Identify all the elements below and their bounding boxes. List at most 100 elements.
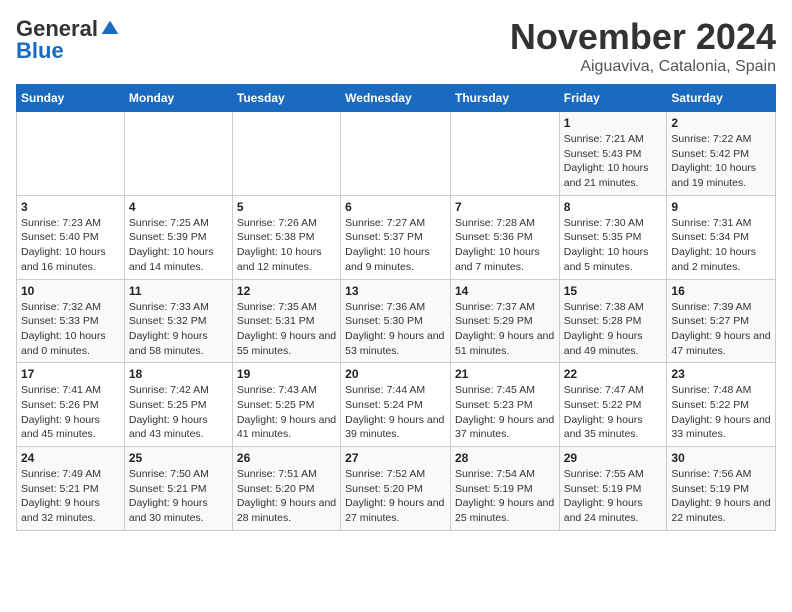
day-number: 9 <box>671 200 771 214</box>
day-info: Sunrise: 7:39 AM Sunset: 5:27 PM Dayligh… <box>671 300 771 359</box>
day-info: Sunrise: 7:28 AM Sunset: 5:36 PM Dayligh… <box>455 216 555 275</box>
day-info: Sunrise: 7:38 AM Sunset: 5:28 PM Dayligh… <box>564 300 663 359</box>
day-info: Sunrise: 7:50 AM Sunset: 5:21 PM Dayligh… <box>129 467 228 526</box>
weekday-header-cell: Wednesday <box>341 85 451 112</box>
day-info: Sunrise: 7:52 AM Sunset: 5:20 PM Dayligh… <box>345 467 446 526</box>
day-number: 15 <box>564 284 663 298</box>
calendar-day-cell: 8Sunrise: 7:30 AM Sunset: 5:35 PM Daylig… <box>559 195 667 279</box>
day-number: 23 <box>671 367 771 381</box>
day-number: 17 <box>21 367 120 381</box>
calendar-day-cell: 11Sunrise: 7:33 AM Sunset: 5:32 PM Dayli… <box>124 279 232 363</box>
day-info: Sunrise: 7:45 AM Sunset: 5:23 PM Dayligh… <box>455 383 555 442</box>
calendar-day-cell: 27 Sunrise: 7:52 AM Sunset: 5:20 PM Dayli… <box>341 447 451 531</box>
day-info: Sunrise: 7:26 AM Sunset: 5:38 PM Dayligh… <box>237 216 336 275</box>
day-info: Sunrise: 7:54 AM Sunset: 5:19 PM Dayligh… <box>455 467 555 526</box>
day-number: 28 <box>455 451 555 465</box>
day-number: 13 <box>345 284 446 298</box>
calendar-day-cell: 2 Sunrise: 7:22 AM Sunset: 5:42 PM Daylig… <box>667 112 776 196</box>
day-number: 3 <box>21 200 120 214</box>
day-number: 8 <box>564 200 663 214</box>
calendar-day-cell: 16 Sunrise: 7:39 AM Sunset: 5:27 PM Dayli… <box>667 279 776 363</box>
location: Aiguaviva, Catalonia, Spain <box>510 58 776 76</box>
day-info: Sunrise: 7:33 AM Sunset: 5:32 PM Dayligh… <box>129 300 228 359</box>
calendar-day-cell <box>232 112 340 196</box>
day-number: 25 <box>129 451 228 465</box>
day-number: 1 <box>564 116 663 130</box>
calendar-week-row: 1 Sunrise: 7:21 AM Sunset: 5:43 PM Daylig… <box>17 112 776 196</box>
calendar-day-cell: 6 Sunrise: 7:27 AM Sunset: 5:37 PM Daylig… <box>341 195 451 279</box>
calendar-day-cell: 15 Sunrise: 7:38 AM Sunset: 5:28 PM Dayli… <box>559 279 667 363</box>
day-info: Sunrise: 7:27 AM Sunset: 5:37 PM Dayligh… <box>345 216 446 275</box>
calendar-day-cell: 5 Sunrise: 7:26 AM Sunset: 5:38 PM Daylig… <box>232 195 340 279</box>
day-info: Sunrise: 7:25 AM Sunset: 5:39 PM Dayligh… <box>129 216 228 275</box>
calendar-day-cell: 20 Sunrise: 7:44 AM Sunset: 5:24 PM Dayli… <box>341 363 451 447</box>
day-info: Sunrise: 7:47 AM Sunset: 5:22 PM Dayligh… <box>564 383 663 442</box>
day-number: 10 <box>21 284 120 298</box>
day-info: Sunrise: 7:23 AM Sunset: 5:40 PM Dayligh… <box>21 216 120 275</box>
day-number: 6 <box>345 200 446 214</box>
weekday-header-cell: Saturday <box>667 85 776 112</box>
day-info: Sunrise: 7:55 AM Sunset: 5:19 PM Dayligh… <box>564 467 663 526</box>
weekday-header-cell: Tuesday <box>232 85 340 112</box>
calendar-day-cell: 28 Sunrise: 7:54 AM Sunset: 5:19 PM Dayli… <box>450 447 559 531</box>
calendar-day-cell: 10 Sunrise: 7:32 AM Sunset: 5:33 PM Dayli… <box>17 279 125 363</box>
calendar-day-cell: 21 Sunrise: 7:45 AM Sunset: 5:23 PM Dayli… <box>450 363 559 447</box>
day-info: Sunrise: 7:49 AM Sunset: 5:21 PM Dayligh… <box>21 467 120 526</box>
day-number: 30 <box>671 451 771 465</box>
weekday-header-cell: Sunday <box>17 85 125 112</box>
day-number: 5 <box>237 200 336 214</box>
day-number: 26 <box>237 451 336 465</box>
calendar: SundayMondayTuesdayWednesdayThursdayFrid… <box>16 84 776 531</box>
calendar-day-cell: 12 Sunrise: 7:35 AM Sunset: 5:31 PM Dayli… <box>232 279 340 363</box>
month-title: November 2024 <box>510 16 776 58</box>
day-number: 24 <box>21 451 120 465</box>
weekday-header-cell: Thursday <box>450 85 559 112</box>
calendar-day-cell: 4Sunrise: 7:25 AM Sunset: 5:39 PM Daylig… <box>124 195 232 279</box>
logo: General Blue <box>16 16 120 64</box>
day-info: Sunrise: 7:36 AM Sunset: 5:30 PM Dayligh… <box>345 300 446 359</box>
calendar-day-cell: 26 Sunrise: 7:51 AM Sunset: 5:20 PM Dayli… <box>232 447 340 531</box>
day-info: Sunrise: 7:42 AM Sunset: 5:25 PM Dayligh… <box>129 383 228 442</box>
logo-icon <box>100 19 120 39</box>
calendar-day-cell: 22Sunrise: 7:47 AM Sunset: 5:22 PM Dayli… <box>559 363 667 447</box>
day-number: 14 <box>455 284 555 298</box>
day-info: Sunrise: 7:37 AM Sunset: 5:29 PM Dayligh… <box>455 300 555 359</box>
calendar-day-cell: 19 Sunrise: 7:43 AM Sunset: 5:25 PM Dayli… <box>232 363 340 447</box>
day-number: 20 <box>345 367 446 381</box>
day-number: 21 <box>455 367 555 381</box>
calendar-day-cell <box>17 112 125 196</box>
logo-blue-text: Blue <box>16 38 64 64</box>
day-info: Sunrise: 7:22 AM Sunset: 5:42 PM Dayligh… <box>671 132 771 191</box>
day-info: Sunrise: 7:56 AM Sunset: 5:19 PM Dayligh… <box>671 467 771 526</box>
calendar-day-cell: 29Sunrise: 7:55 AM Sunset: 5:19 PM Dayli… <box>559 447 667 531</box>
day-info: Sunrise: 7:44 AM Sunset: 5:24 PM Dayligh… <box>345 383 446 442</box>
weekday-header-row: SundayMondayTuesdayWednesdayThursdayFrid… <box>17 85 776 112</box>
calendar-day-cell <box>124 112 232 196</box>
day-info: Sunrise: 7:48 AM Sunset: 5:22 PM Dayligh… <box>671 383 771 442</box>
day-info: Sunrise: 7:21 AM Sunset: 5:43 PM Dayligh… <box>564 132 663 191</box>
calendar-day-cell: 3 Sunrise: 7:23 AM Sunset: 5:40 PM Daylig… <box>17 195 125 279</box>
day-number: 16 <box>671 284 771 298</box>
calendar-day-cell: 17Sunrise: 7:41 AM Sunset: 5:26 PM Dayli… <box>17 363 125 447</box>
day-number: 27 <box>345 451 446 465</box>
calendar-day-cell: 13 Sunrise: 7:36 AM Sunset: 5:30 PM Dayli… <box>341 279 451 363</box>
weekday-header-cell: Friday <box>559 85 667 112</box>
day-number: 19 <box>237 367 336 381</box>
calendar-day-cell: 23 Sunrise: 7:48 AM Sunset: 5:22 PM Dayli… <box>667 363 776 447</box>
day-number: 7 <box>455 200 555 214</box>
day-number: 12 <box>237 284 336 298</box>
calendar-week-row: 24 Sunrise: 7:49 AM Sunset: 5:21 PM Dayli… <box>17 447 776 531</box>
calendar-day-cell: 30 Sunrise: 7:56 AM Sunset: 5:19 PM Dayli… <box>667 447 776 531</box>
day-info: Sunrise: 7:43 AM Sunset: 5:25 PM Dayligh… <box>237 383 336 442</box>
calendar-week-row: 17Sunrise: 7:41 AM Sunset: 5:26 PM Dayli… <box>17 363 776 447</box>
calendar-day-cell: 25 Sunrise: 7:50 AM Sunset: 5:21 PM Dayli… <box>124 447 232 531</box>
calendar-day-cell: 24 Sunrise: 7:49 AM Sunset: 5:21 PM Dayli… <box>17 447 125 531</box>
day-info: Sunrise: 7:32 AM Sunset: 5:33 PM Dayligh… <box>21 300 120 359</box>
header: General Blue November 2024 Aiguaviva, Ca… <box>16 16 776 76</box>
calendar-day-cell: 18Sunrise: 7:42 AM Sunset: 5:25 PM Dayli… <box>124 363 232 447</box>
day-info: Sunrise: 7:35 AM Sunset: 5:31 PM Dayligh… <box>237 300 336 359</box>
day-number: 2 <box>671 116 771 130</box>
day-info: Sunrise: 7:51 AM Sunset: 5:20 PM Dayligh… <box>237 467 336 526</box>
calendar-body: 1 Sunrise: 7:21 AM Sunset: 5:43 PM Daylig… <box>17 112 776 531</box>
title-area: November 2024 Aiguaviva, Catalonia, Spai… <box>510 16 776 76</box>
